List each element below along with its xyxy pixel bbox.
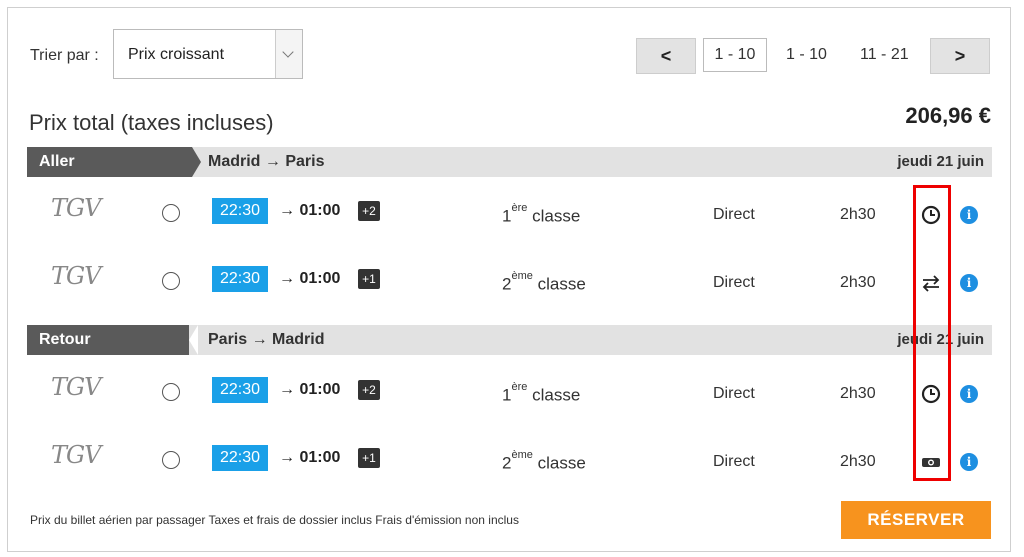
departure-time: 22:30 xyxy=(212,445,268,471)
retour-notch xyxy=(189,325,198,355)
trip-type: Direct xyxy=(713,453,755,470)
chevron-down-icon[interactable] xyxy=(275,30,302,78)
prev-page-button[interactable]: < xyxy=(636,38,696,74)
train-row[interactable]: TGV 22:30 → 01:00 +1 2ème classe Direct … xyxy=(27,433,992,493)
train-row[interactable]: TGV 22:30 → 01:00 +1 2ème classe Direct … xyxy=(27,254,992,314)
aller-bar: Aller Madrid → Paris jeudi 21 juin xyxy=(27,147,992,177)
total-price: 206,96 € xyxy=(905,103,991,128)
class-label: 2ème classe xyxy=(502,449,586,473)
train-row[interactable]: TGV 22:30 → 01:00 +2 1ère classe Direct … xyxy=(27,186,992,246)
trip-type: Direct xyxy=(713,206,755,223)
train-row[interactable]: TGV 22:30 → 01:00 +2 1ère classe Direct … xyxy=(27,365,992,425)
duration: 2h30 xyxy=(840,206,876,223)
reserve-button[interactable]: RÉSERVER xyxy=(841,501,991,539)
sort-select-value: Prix croissant xyxy=(128,46,225,63)
info-icon[interactable]: i xyxy=(960,453,978,471)
page-link-2[interactable]: 11 - 21 xyxy=(860,46,909,64)
price-footnote: Prix du billet aérien par passager Taxes… xyxy=(30,513,519,527)
total-label: Prix total (taxes incluses) xyxy=(29,110,274,135)
sort-select[interactable]: Prix croissant xyxy=(113,29,303,79)
prev-page-label: < xyxy=(660,46,672,66)
arrival-time: → 01:00 xyxy=(279,449,341,466)
select-radio[interactable] xyxy=(162,451,180,469)
info-icon[interactable]: i xyxy=(960,274,978,292)
day-offset-badge: +2 xyxy=(358,380,380,400)
tgv-logo: TGV xyxy=(51,373,102,401)
aller-label: Aller xyxy=(39,153,75,170)
trip-type: Direct xyxy=(713,274,755,291)
select-radio[interactable] xyxy=(162,272,180,290)
retour-tag: Retour xyxy=(27,325,189,355)
info-icon[interactable]: i xyxy=(960,206,978,224)
next-page-label: > xyxy=(954,46,966,66)
tgv-logo: TGV xyxy=(51,262,102,290)
departure-time: 22:30 xyxy=(212,266,268,292)
info-icon[interactable]: i xyxy=(960,385,978,403)
retour-label: Retour xyxy=(39,331,91,348)
class-label: 1ère classe xyxy=(502,202,581,226)
page-current[interactable]: 1 - 10 xyxy=(703,38,767,72)
next-page-button[interactable]: > xyxy=(930,38,990,74)
arrival-time: → 01:00 xyxy=(279,381,341,398)
retour-bar: Retour Paris → Madrid jeudi 21 juin xyxy=(27,325,992,355)
highlight-box xyxy=(913,185,951,481)
page-link-1[interactable]: 1 - 10 xyxy=(786,46,827,64)
trip-type: Direct xyxy=(713,385,755,402)
retour-route: Paris → Madrid xyxy=(208,331,325,348)
aller-route: Madrid → Paris xyxy=(208,153,325,170)
departure-time: 22:30 xyxy=(212,198,268,224)
duration: 2h30 xyxy=(840,385,876,402)
aller-tag: Aller xyxy=(27,147,201,177)
departure-time: 22:30 xyxy=(212,377,268,403)
duration: 2h30 xyxy=(840,453,876,470)
class-label: 2ème classe xyxy=(502,270,586,294)
day-offset-badge: +1 xyxy=(358,269,380,289)
sort-label: Trier par : xyxy=(30,47,99,64)
day-offset-badge: +1 xyxy=(358,448,380,468)
duration: 2h30 xyxy=(840,274,876,291)
select-radio[interactable] xyxy=(162,204,180,222)
class-label: 1ère classe xyxy=(502,381,581,405)
day-offset-badge: +2 xyxy=(358,201,380,221)
tgv-logo: TGV xyxy=(51,194,102,222)
arrival-time: → 01:00 xyxy=(279,270,341,287)
aller-date: jeudi 21 juin xyxy=(897,153,984,170)
tgv-logo: TGV xyxy=(51,441,102,469)
arrival-time: → 01:00 xyxy=(279,202,341,219)
select-radio[interactable] xyxy=(162,383,180,401)
